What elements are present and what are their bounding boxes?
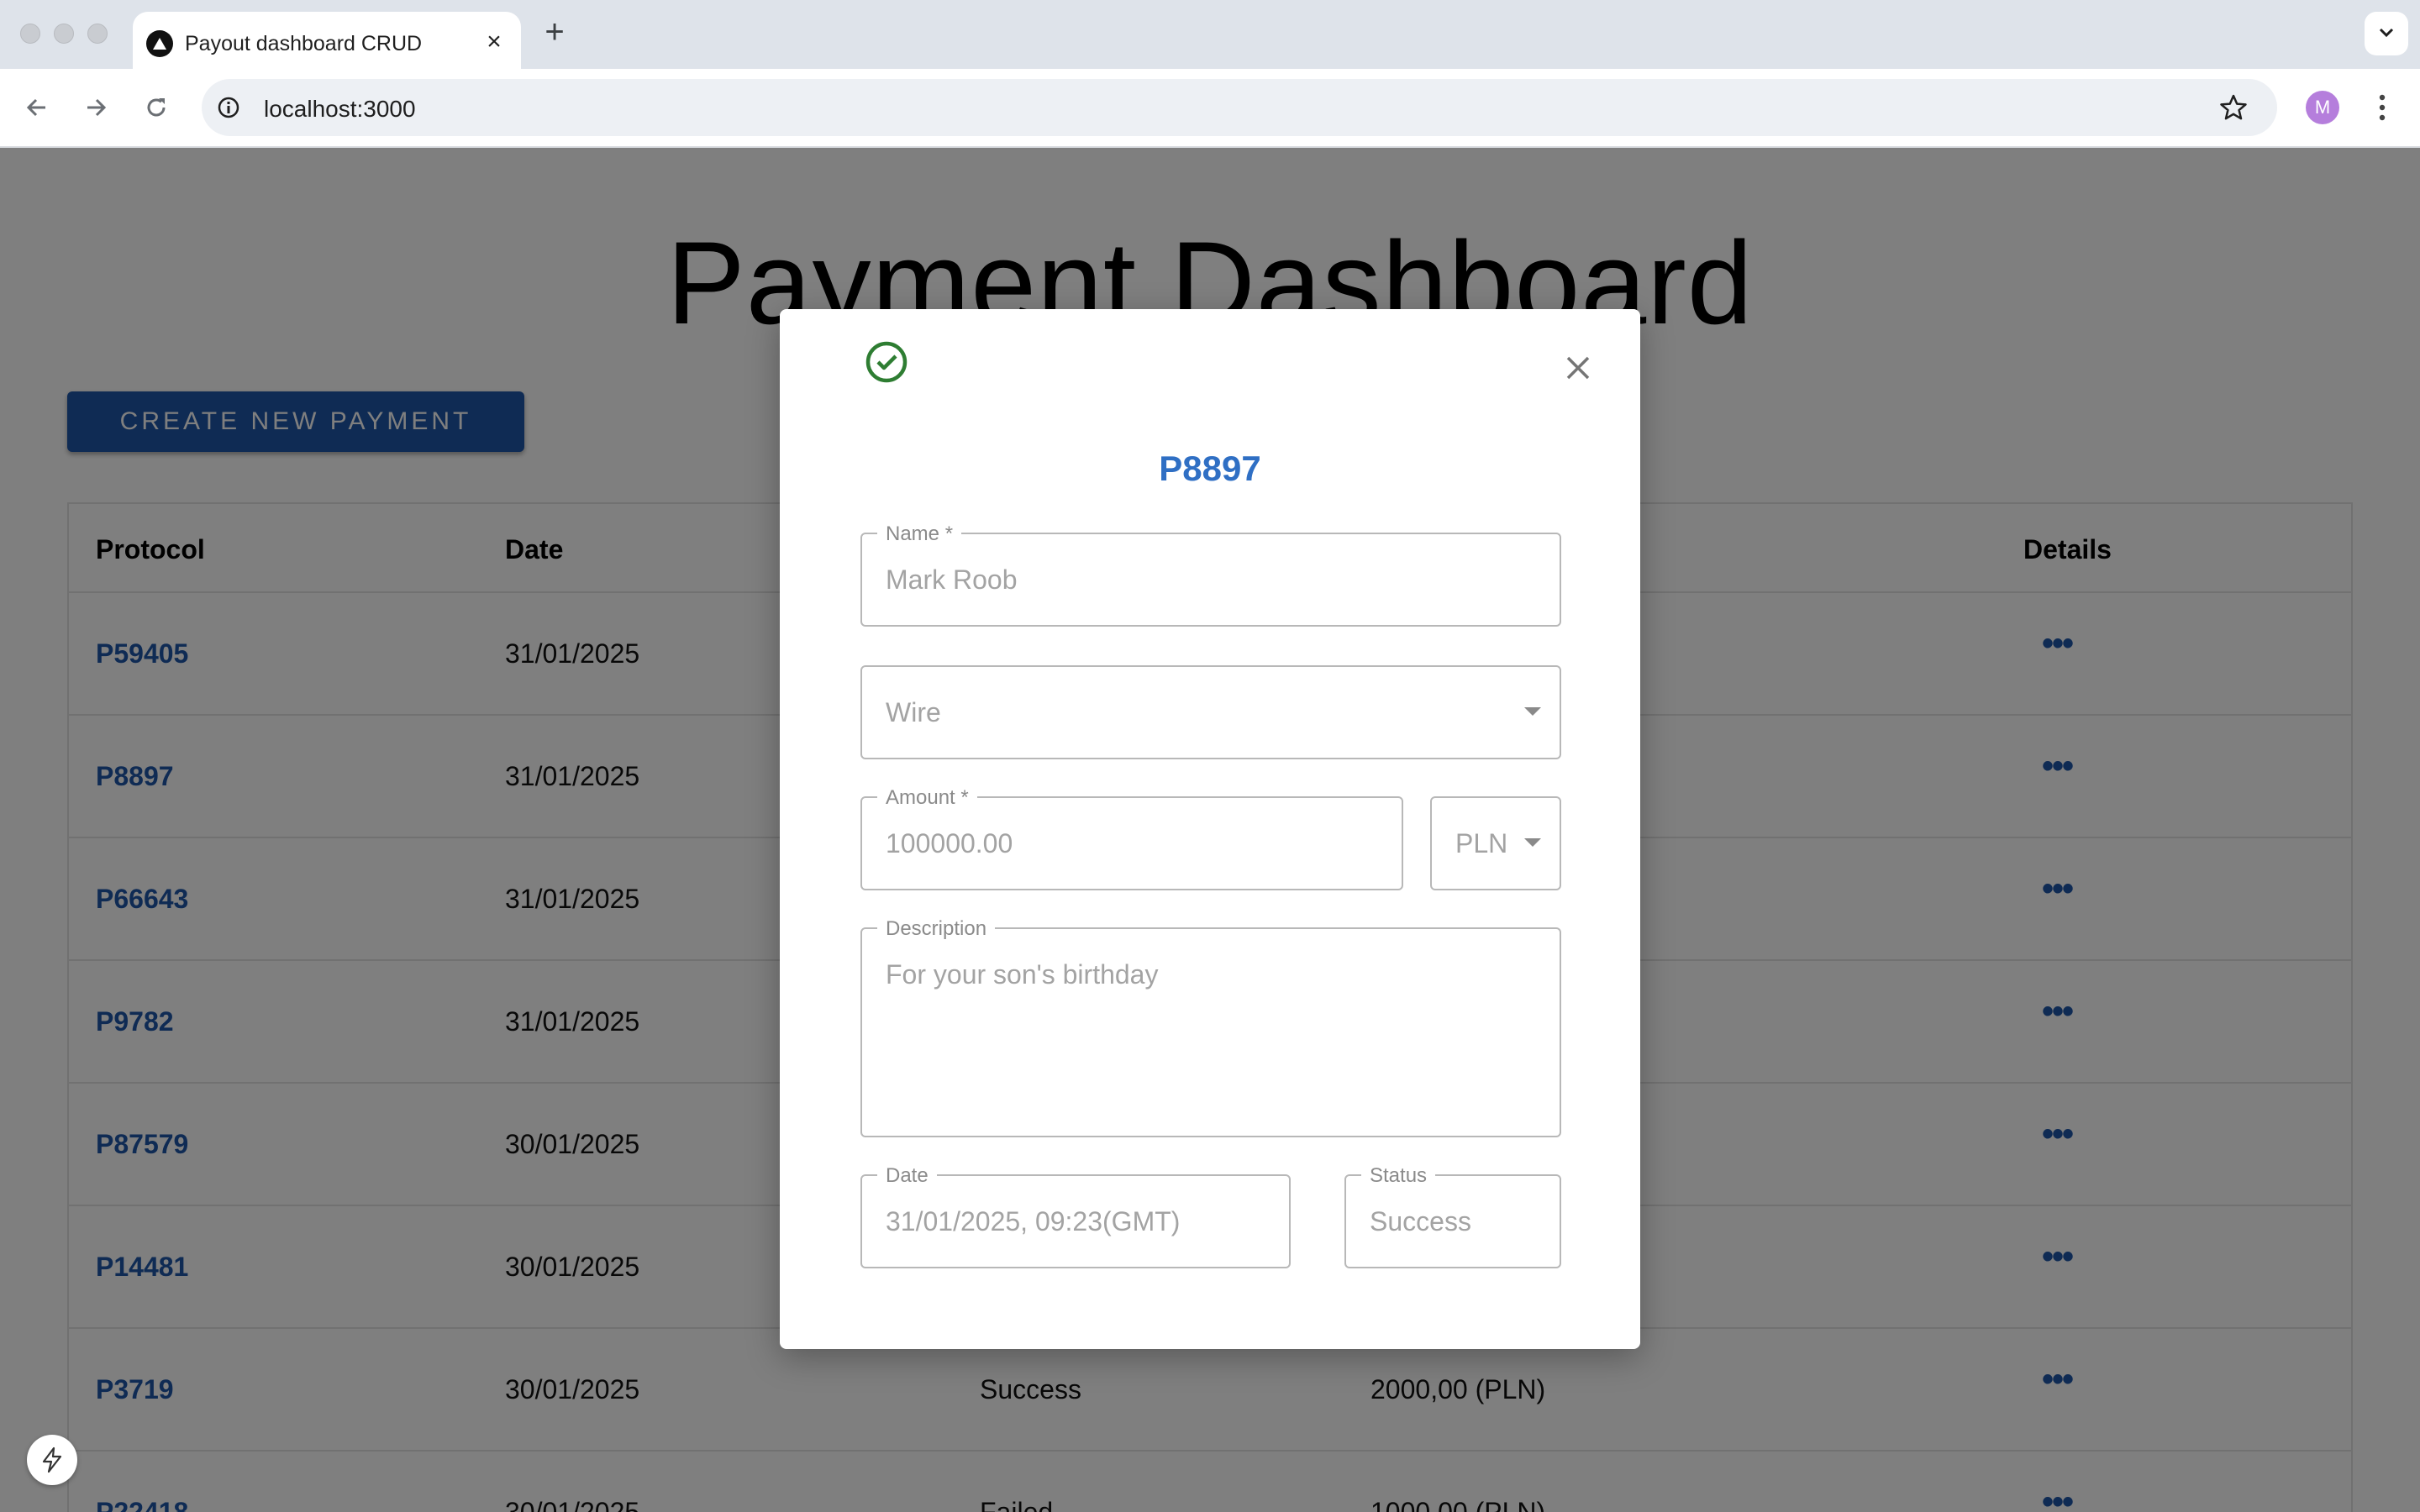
profile-avatar[interactable]: M bbox=[2306, 91, 2339, 124]
description-value: For your son's birthday bbox=[886, 959, 1159, 990]
description-field[interactable]: Description For your son's birthday bbox=[860, 917, 1561, 1137]
tab-title: Payout dashboard CRUD bbox=[185, 32, 423, 55]
name-value: Mark Roob bbox=[886, 564, 1018, 595]
date-field[interactable]: Date 31/01/2025, 09:23(GMT) bbox=[860, 1164, 1291, 1268]
address-bar[interactable]: localhost:3000 bbox=[202, 79, 2277, 136]
currency-select[interactable]: PLN bbox=[1430, 796, 1561, 890]
window-zoom-dot[interactable] bbox=[87, 24, 108, 44]
close-icon[interactable] bbox=[1563, 353, 1593, 383]
favicon-icon bbox=[146, 30, 173, 57]
forward-button[interactable] bbox=[77, 89, 114, 126]
bookmark-star-icon[interactable] bbox=[2218, 92, 2249, 123]
name-field[interactable]: Name * Mark Roob bbox=[860, 522, 1561, 627]
chevron-down-icon bbox=[2379, 28, 2394, 38]
window-close-dot[interactable] bbox=[20, 24, 40, 44]
new-tab-button[interactable]: + bbox=[539, 15, 570, 49]
tab-close-icon[interactable]: × bbox=[479, 27, 509, 57]
modal-title: P8897 bbox=[1159, 449, 1261, 488]
bolt-icon bbox=[42, 1446, 62, 1473]
method-select[interactable]: Wire bbox=[860, 665, 1561, 759]
forward-icon bbox=[87, 98, 107, 117]
tab-search-button[interactable] bbox=[2365, 12, 2408, 55]
currency-value: PLN bbox=[1455, 828, 1508, 858]
payment-details-modal: P8897 Name * Mark Roob Wire Amount * 100… bbox=[780, 309, 1640, 1349]
browser-tab-active[interactable]: Payout dashboard CRUD × bbox=[133, 12, 521, 69]
description-label: Description bbox=[877, 917, 996, 941]
kebab-menu-icon[interactable] bbox=[2370, 91, 2395, 124]
browser-tab-bar: Payout dashboard CRUD × + bbox=[0, 0, 2420, 69]
back-icon bbox=[26, 98, 45, 117]
dropdown-caret-icon bbox=[1524, 838, 1541, 847]
amount-value: 100000.00 bbox=[886, 828, 1013, 858]
success-check-icon bbox=[865, 341, 908, 383]
dropdown-caret-icon bbox=[1524, 707, 1541, 716]
site-info-icon[interactable] bbox=[217, 96, 240, 119]
status-field[interactable]: Status Success bbox=[1344, 1164, 1561, 1268]
browser-toolbar: localhost:3000 M bbox=[0, 69, 2420, 148]
back-button[interactable] bbox=[18, 89, 55, 126]
status-label: Status bbox=[1361, 1164, 1436, 1188]
amount-field[interactable]: Amount * 100000.00 bbox=[860, 786, 1403, 890]
name-label: Name * bbox=[877, 522, 962, 546]
method-value: Wire bbox=[886, 697, 941, 727]
reload-icon bbox=[147, 98, 166, 117]
reload-button[interactable] bbox=[138, 89, 175, 126]
amount-label: Amount * bbox=[877, 786, 977, 810]
dev-tools-button[interactable] bbox=[27, 1435, 77, 1485]
date-label: Date bbox=[877, 1164, 937, 1188]
status-value: Success bbox=[1370, 1206, 1471, 1236]
url-text[interactable]: localhost:3000 bbox=[264, 96, 416, 123]
date-value: 31/01/2025, 09:23(GMT) bbox=[886, 1206, 1181, 1236]
window-minimize-dot[interactable] bbox=[54, 24, 74, 44]
